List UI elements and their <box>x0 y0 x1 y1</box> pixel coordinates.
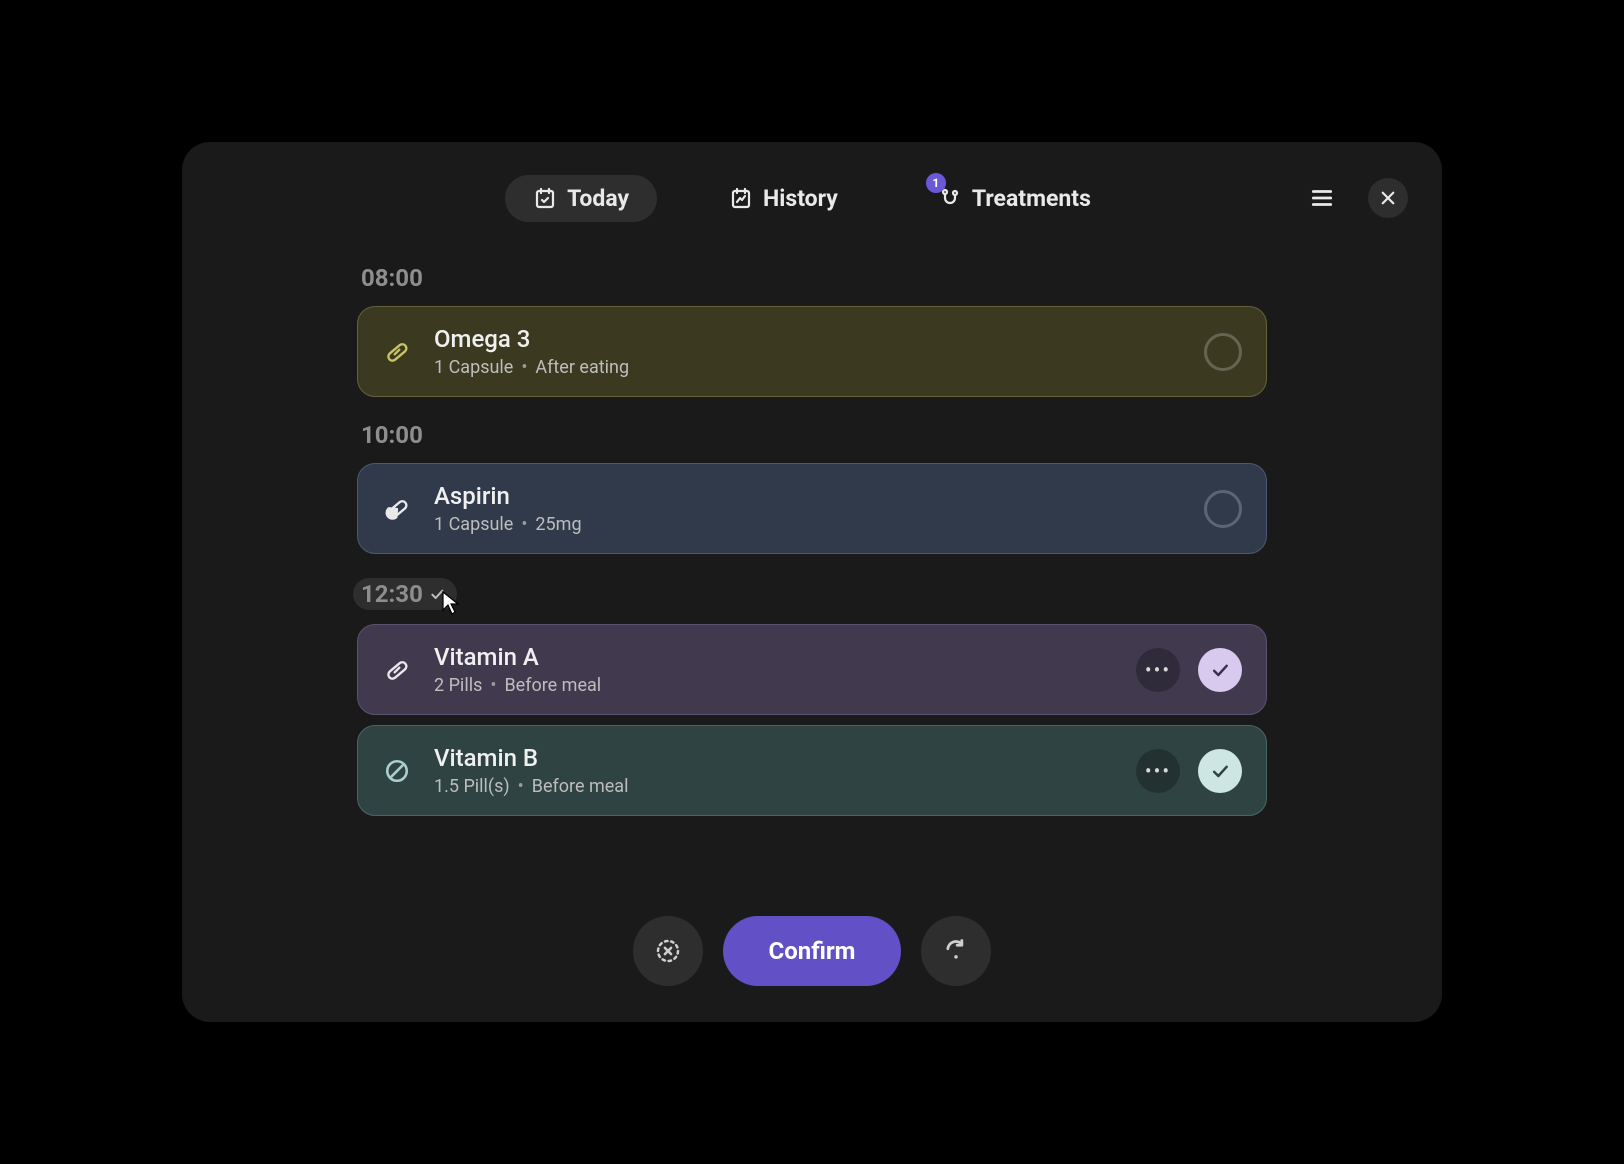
content: 08:00 Omega 3 1 Capsule•After eating <box>182 226 1442 916</box>
tab-bar: Today History 1 Treatments <box>505 175 1119 222</box>
check-toggle[interactable] <box>1204 490 1242 528</box>
check-toggle[interactable] <box>1198 749 1242 793</box>
medication-card[interactable]: Vitamin A 2 Pills•Before meal ••• <box>357 624 1267 715</box>
tab-today[interactable]: Today <box>505 175 657 222</box>
menu-button[interactable] <box>1302 178 1342 218</box>
medication-name: Omega 3 <box>434 325 1182 353</box>
calendar-check-icon <box>533 186 557 210</box>
footer: Confirm <box>182 916 1442 1022</box>
medication-sub: 1.5 Pill(s)•Before meal <box>434 776 1114 797</box>
medication-card[interactable]: Aspirin 1 Capsule•25mg <box>357 463 1267 554</box>
medication-sub: 1 Capsule•25mg <box>434 514 1182 535</box>
card-controls: ••• <box>1136 749 1242 793</box>
medication-sub: 1 Capsule•After eating <box>434 357 1182 378</box>
card-controls <box>1204 490 1242 528</box>
card-controls <box>1204 333 1242 371</box>
treatments-badge: 1 <box>926 173 946 193</box>
time-label: 08:00 <box>361 264 423 292</box>
medication-text: Vitamin B 1.5 Pill(s)•Before meal <box>434 744 1114 797</box>
check-toggle[interactable] <box>1198 648 1242 692</box>
confirm-button[interactable]: Confirm <box>723 916 902 986</box>
skip-button[interactable] <box>921 916 991 986</box>
time-label: 10:00 <box>361 421 423 449</box>
app-window: Today History 1 Treatments <box>182 142 1442 1022</box>
more-button[interactable]: ••• <box>1136 648 1180 692</box>
capsule-outline-icon <box>382 337 412 367</box>
medication-text: Vitamin A 2 Pills•Before meal <box>434 643 1114 696</box>
medication-sub: 2 Pills•Before meal <box>434 675 1114 696</box>
tab-treatments[interactable]: 1 Treatments <box>910 175 1119 222</box>
header: Today History 1 Treatments <box>182 142 1442 226</box>
schedule-list: 08:00 Omega 3 1 Capsule•After eating <box>357 250 1267 826</box>
close-button[interactable] <box>1368 178 1408 218</box>
more-button[interactable]: ••• <box>1136 749 1180 793</box>
medication-name: Vitamin A <box>434 643 1114 671</box>
header-right <box>1302 178 1408 218</box>
medication-text: Aspirin 1 Capsule•25mg <box>434 482 1182 535</box>
capsule-outline-icon <box>382 655 412 685</box>
medication-name: Aspirin <box>434 482 1182 510</box>
medication-name: Vitamin B <box>434 744 1114 772</box>
card-controls: ••• <box>1136 648 1242 692</box>
tab-history-label: History <box>763 185 838 212</box>
medication-card[interactable]: Vitamin B 1.5 Pill(s)•Before meal ••• <box>357 725 1267 816</box>
check-toggle[interactable] <box>1204 333 1242 371</box>
capsule-solid-icon <box>382 494 412 524</box>
check-icon <box>429 580 445 608</box>
medication-text: Omega 3 1 Capsule•After eating <box>434 325 1182 378</box>
medication-card[interactable]: Omega 3 1 Capsule•After eating <box>357 306 1267 397</box>
tab-history[interactable]: History <box>701 175 866 222</box>
cancel-all-button[interactable] <box>633 916 703 986</box>
time-label[interactable]: 12:30 <box>353 578 457 610</box>
tab-treatments-label: Treatments <box>972 185 1091 212</box>
tab-today-label: Today <box>567 185 629 212</box>
chart-icon <box>729 186 753 210</box>
slash-circle-icon <box>382 756 412 786</box>
